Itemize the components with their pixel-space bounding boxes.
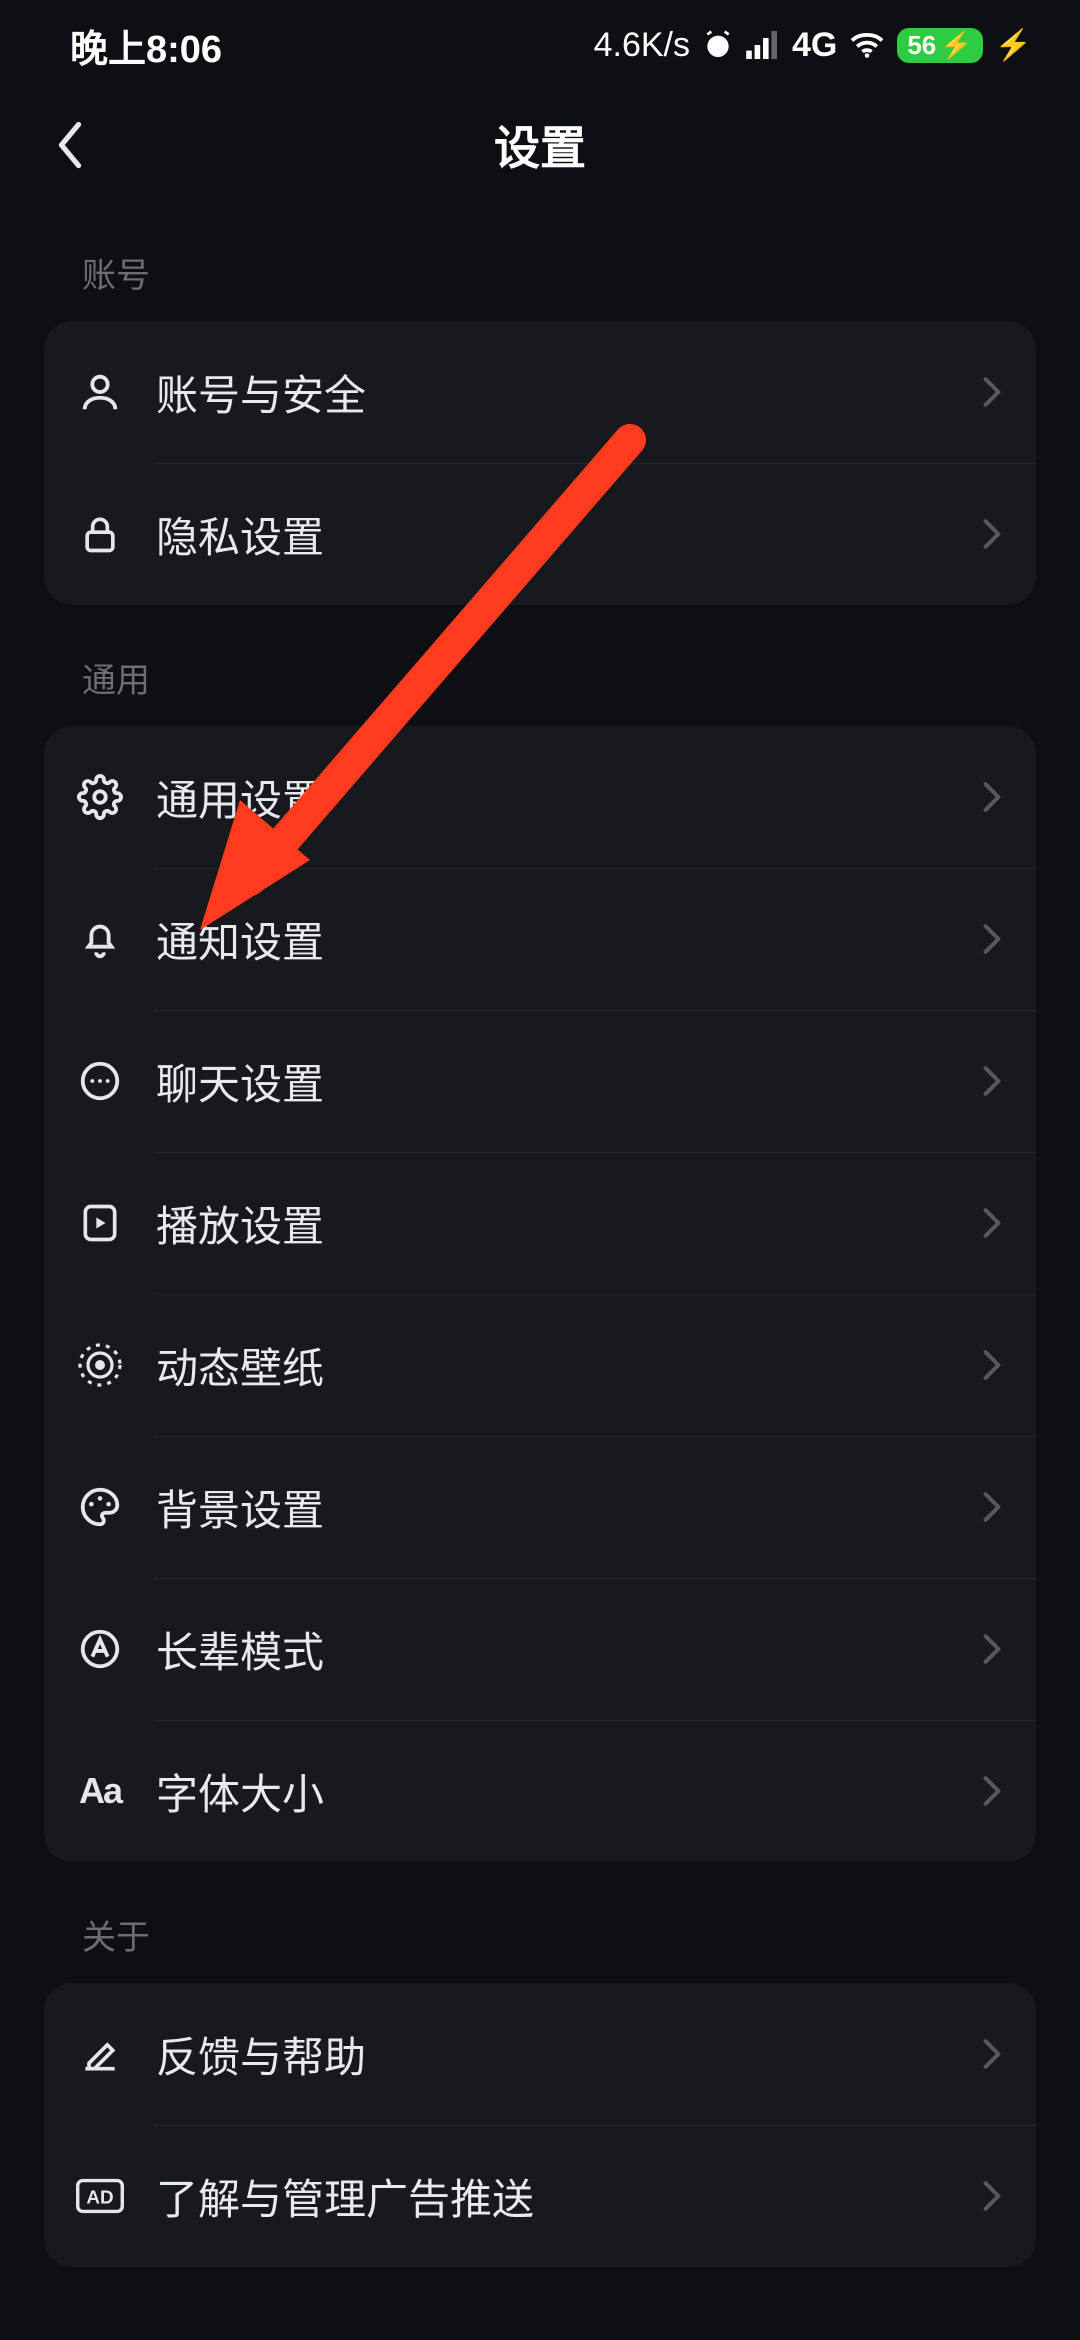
chevron-right-icon xyxy=(982,2180,1002,2212)
section-header-general: 通用 xyxy=(0,605,1080,726)
group-account: 账号与安全 隐私设置 xyxy=(44,321,1036,605)
item-privacy[interactable]: 隐私设置 xyxy=(44,463,1036,605)
target-icon xyxy=(74,1339,126,1391)
chevron-right-icon xyxy=(982,923,1002,955)
item-label: 聊天设置 xyxy=(156,1051,982,1112)
item-background-settings[interactable]: 背景设置 xyxy=(44,1436,1036,1578)
status-time: 晚上8:06 xyxy=(70,18,222,73)
chevron-right-icon xyxy=(982,376,1002,408)
item-label: 动态壁纸 xyxy=(156,1335,982,1396)
item-label: 账号与安全 xyxy=(156,362,982,423)
item-ad-management[interactable]: AD 了解与管理广告推送 xyxy=(44,2125,1036,2267)
item-elder-mode[interactable]: 长辈模式 xyxy=(44,1578,1036,1720)
charging-icon: ⚡ xyxy=(995,28,1032,63)
battery-charging-icon: ⚡ xyxy=(940,30,972,61)
status-indicators: 4.6K/s 4G 56 ⚡ ⚡ xyxy=(594,26,1032,65)
user-icon xyxy=(74,366,126,418)
alarm-icon xyxy=(702,29,734,61)
ad-icon: AD xyxy=(74,2170,126,2222)
status-time-area: 晚上8:06 xyxy=(70,18,222,73)
chevron-right-icon xyxy=(982,781,1002,813)
item-feedback-help[interactable]: 反馈与帮助 xyxy=(44,1983,1036,2125)
item-account-security[interactable]: 账号与安全 xyxy=(44,321,1036,463)
item-label: 背景设置 xyxy=(156,1477,982,1538)
battery-text: 56 xyxy=(907,30,936,61)
section-header-about: 关于 xyxy=(0,1862,1080,1983)
item-label: 通用设置 xyxy=(156,767,982,828)
signal-icon xyxy=(746,31,780,59)
group-about: 反馈与帮助 AD 了解与管理广告推送 xyxy=(44,1983,1036,2267)
gear-icon xyxy=(74,771,126,823)
back-button[interactable] xyxy=(40,115,100,175)
item-general-settings[interactable]: 通用设置 xyxy=(44,726,1036,868)
chevron-right-icon xyxy=(982,518,1002,550)
item-label: 长辈模式 xyxy=(156,1619,982,1680)
item-live-wallpaper[interactable]: 动态壁纸 xyxy=(44,1294,1036,1436)
nav-header: 设置 xyxy=(0,90,1080,200)
chevron-right-icon xyxy=(982,1065,1002,1097)
item-label: 反馈与帮助 xyxy=(156,2024,982,2085)
network-label: 4G xyxy=(792,26,837,65)
chevron-left-icon xyxy=(55,121,85,169)
wifi-icon xyxy=(849,31,885,59)
item-notification-settings[interactable]: 通知设置 xyxy=(44,868,1036,1010)
chevron-right-icon xyxy=(982,1775,1002,1807)
chevron-right-icon xyxy=(982,1491,1002,1523)
status-bar: 晚上8:06 4.6K/s 4G 56 ⚡ ⚡ xyxy=(0,0,1080,90)
item-label: 字体大小 xyxy=(156,1761,982,1822)
battery-pill: 56 ⚡ xyxy=(897,28,982,63)
lock-icon xyxy=(74,508,126,560)
section-header-account: 账号 xyxy=(0,200,1080,321)
item-label: 了解与管理广告推送 xyxy=(156,2166,982,2227)
item-font-size[interactable]: Aa 字体大小 xyxy=(44,1720,1036,1862)
item-label: 隐私设置 xyxy=(156,504,982,565)
bell-icon xyxy=(74,913,126,965)
group-general: 通用设置 通知设置 聊天设置 播放设置 动态壁纸 xyxy=(44,726,1036,1862)
play-icon xyxy=(74,1197,126,1249)
chevron-right-icon xyxy=(982,1349,1002,1381)
font-size-icon: Aa xyxy=(74,1765,126,1817)
page-title: 设置 xyxy=(494,112,586,178)
chevron-right-icon xyxy=(982,1207,1002,1239)
item-chat-settings[interactable]: 聊天设置 xyxy=(44,1010,1036,1152)
svg-text:AD: AD xyxy=(86,2187,113,2208)
item-label: 播放设置 xyxy=(156,1193,982,1254)
pencil-icon xyxy=(74,2028,126,2080)
item-playback-settings[interactable]: 播放设置 xyxy=(44,1152,1036,1294)
accessibility-icon xyxy=(74,1623,126,1675)
status-speed: 4.6K/s xyxy=(594,26,690,65)
chevron-right-icon xyxy=(982,1633,1002,1665)
palette-icon xyxy=(74,1481,126,1533)
item-label: 通知设置 xyxy=(156,909,982,970)
chevron-right-icon xyxy=(982,2038,1002,2070)
chat-icon xyxy=(74,1055,126,1107)
